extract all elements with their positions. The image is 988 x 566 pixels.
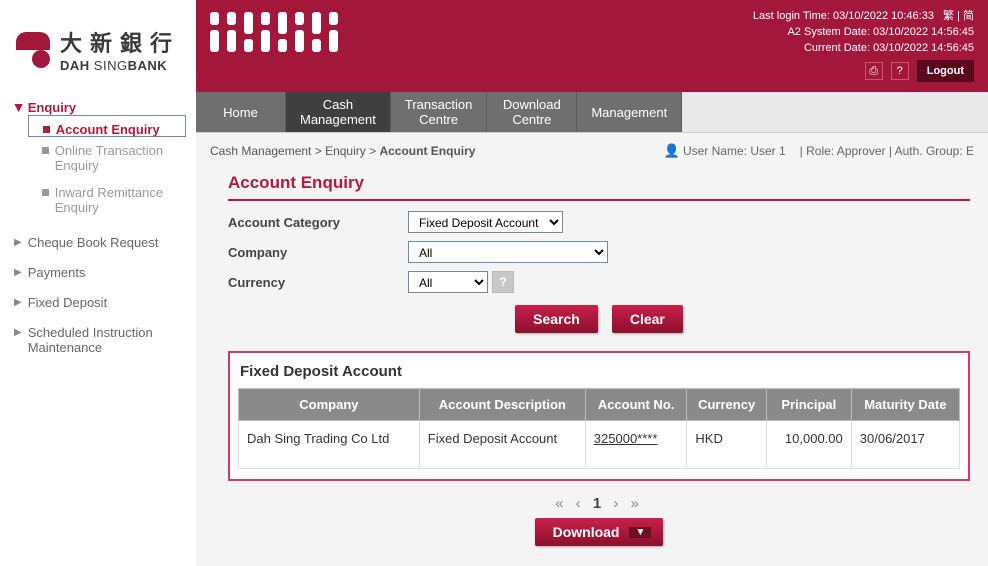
table-caption: Fixed Deposit Account [238, 361, 960, 388]
caret-right-icon: ▶ [14, 235, 22, 251]
sidebar-sub-account-enquiry[interactable]: Account Enquiry [28, 115, 186, 137]
logout-button[interactable]: Logout [917, 60, 974, 82]
pager-first[interactable]: « [555, 495, 567, 512]
results-highlight-box: Fixed Deposit Account Company Account De… [228, 351, 970, 481]
company-select[interactable]: All [408, 241, 608, 263]
bullet-icon [42, 189, 49, 196]
sidebar-item-fixed-deposit[interactable]: ▶ Fixed Deposit [12, 288, 186, 318]
download-button[interactable]: Download ▼ [535, 518, 664, 546]
sidebar-sub-label: Online Transaction Enquiry [55, 143, 186, 173]
tab-label: Cash [323, 97, 353, 112]
sidebar-sub-online-txn[interactable]: Online Transaction Enquiry [28, 137, 186, 179]
col-principal: Principal [766, 389, 851, 421]
pager-last[interactable]: » [631, 495, 643, 512]
tab-label: Home [223, 105, 258, 120]
col-account-no: Account No. [585, 389, 687, 421]
col-company: Company [239, 389, 420, 421]
tab-transaction-centre[interactable]: Transaction Centre [391, 92, 487, 132]
tab-label: Management [300, 112, 376, 127]
tab-label: Management [591, 105, 667, 120]
currency-select[interactable]: All [408, 271, 488, 293]
cell-currency: HKD [687, 421, 766, 469]
print-icon[interactable]: ⎙ [865, 62, 883, 80]
sidebar-item-label: Payments [28, 265, 86, 280]
header-brand-icon [210, 8, 350, 58]
sidebar-item-label: Scheduled Instruction Maintenance [28, 325, 186, 355]
lang-trad-link[interactable]: 繁 [943, 10, 954, 22]
pager-current: 1 [593, 495, 605, 512]
pager-prev[interactable]: ‹ [576, 495, 585, 512]
sidebar-item-cheque[interactable]: ▶ Cheque Book Request [12, 228, 186, 258]
pager: « ‹ 1 › » [228, 495, 970, 512]
bullet-icon [42, 147, 49, 154]
sidebar-item-payments[interactable]: ▶ Payments [12, 258, 186, 288]
sidebar-sub-inward-remit[interactable]: Inward Remittance Enquiry [28, 179, 186, 221]
caret-right-icon: ▶ [14, 325, 22, 341]
tab-download-centre[interactable]: Download Centre [487, 92, 577, 132]
header-bar: Last login Time: 03/10/2022 10:46:33 繁 |… [196, 0, 988, 92]
tab-label: Transaction [405, 97, 472, 112]
current-date-text: Current Date: 03/10/2022 14:56:45 [753, 40, 974, 56]
tab-label: Centre [419, 112, 458, 127]
col-currency: Currency [687, 389, 766, 421]
download-dropdown-icon[interactable]: ▼ [629, 527, 651, 538]
sidebar-nav: ▶ Enquiry Account Enquiry Online Transac… [12, 93, 186, 362]
tab-label: Centre [512, 112, 551, 127]
sidebar-item-scheduled[interactable]: ▶ Scheduled Instruction Maintenance [12, 318, 186, 362]
sidebar-item-enquiry[interactable]: ▶ Enquiry Account Enquiry Online Transac… [12, 93, 186, 228]
system-date-text: A2 System Date: 03/10/2022 14:56:45 [753, 24, 974, 40]
accounts-table: Company Account Description Account No. … [238, 388, 960, 469]
filter-form: Account Category Fixed Deposit Account C… [228, 211, 970, 293]
cell-description: Fixed Deposit Account [419, 421, 585, 469]
tab-cash-management[interactable]: Cash Management [286, 92, 391, 132]
caret-down-icon: ▶ [10, 104, 26, 112]
col-maturity: Maturity Date [851, 389, 959, 421]
bank-name-cn: 大新銀行 [60, 26, 180, 58]
search-button[interactable]: Search [515, 305, 598, 333]
user-icon: 👤 [663, 143, 679, 158]
cell-company: Dah Sing Trading Co Ltd [239, 421, 420, 469]
last-login-text: Last login Time: 03/10/2022 10:46:33 [753, 10, 934, 22]
cell-principal: 10,000.00 [766, 421, 851, 469]
cell-account-link[interactable]: 325000**** [585, 421, 687, 469]
sidebar-item-label: Enquiry [28, 100, 76, 115]
filter-label-currency: Currency [228, 275, 408, 290]
lang-simp-link[interactable]: 简 [963, 10, 974, 22]
caret-right-icon: ▶ [14, 265, 22, 281]
bank-name-en: DAH SINGBANK [60, 58, 180, 73]
page-title: Account Enquiry [228, 167, 970, 201]
tab-label: Download [503, 97, 561, 112]
bullet-icon [43, 126, 50, 133]
download-label: Download [553, 524, 620, 540]
cell-maturity: 30/06/2017 [851, 421, 959, 469]
logo-mark-icon [16, 32, 52, 68]
brand-logo: 大新銀行 DAH SINGBANK [12, 10, 186, 93]
sidebar-item-label: Fixed Deposit [28, 295, 107, 310]
tab-home[interactable]: Home [196, 92, 286, 132]
breadcrumb: Cash Management > Enquiry > Account Enqu… [210, 144, 475, 158]
pager-next[interactable]: › [613, 495, 622, 512]
table-row: Dah Sing Trading Co Ltd Fixed Deposit Ac… [239, 421, 960, 469]
tab-management[interactable]: Management [577, 92, 682, 132]
account-category-select[interactable]: Fixed Deposit Account [408, 211, 563, 233]
top-nav: Home Cash Management Transaction Centre … [196, 92, 988, 133]
col-description: Account Description [419, 389, 585, 421]
caret-right-icon: ▶ [14, 295, 22, 311]
user-info-bar: 👤 User Name: User 1 | Role: Approver | A… [663, 143, 974, 159]
help-icon[interactable]: ? [891, 62, 909, 80]
currency-help-icon[interactable]: ? [492, 271, 514, 293]
sidebar-sub-label: Account Enquiry [56, 122, 160, 137]
filter-label-category: Account Category [228, 215, 408, 230]
sidebar-item-label: Cheque Book Request [28, 235, 159, 250]
filter-label-company: Company [228, 245, 408, 260]
sidebar-sub-label: Inward Remittance Enquiry [55, 185, 186, 215]
clear-button[interactable]: Clear [612, 305, 683, 333]
